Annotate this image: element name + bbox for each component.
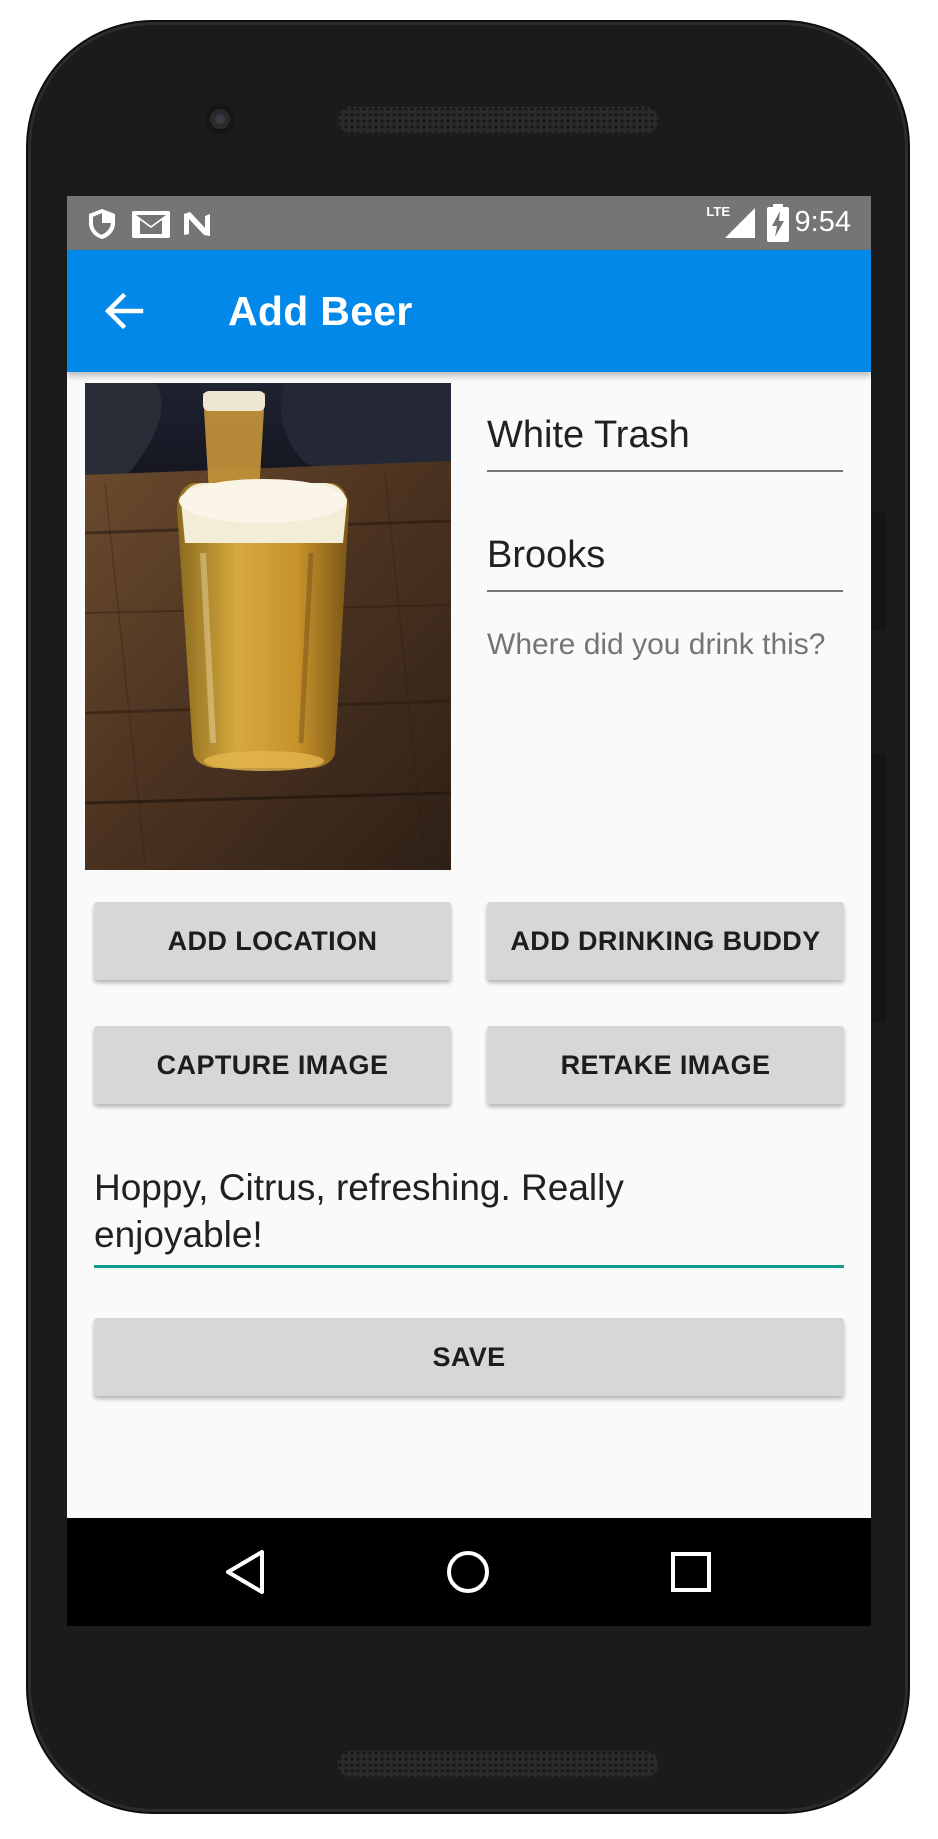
gmail-icon [132,211,170,238]
navigation-bar [67,1518,871,1626]
nav-recents-icon[interactable] [659,1540,723,1604]
beer-photo[interactable] [85,383,451,870]
battery-charging-icon [767,204,789,242]
beer-name-underline [487,470,843,472]
device-screen: LTE 9:54 Add Beer White Trash Brooks Whe… [67,196,871,1626]
bottom-speaker [337,1750,659,1778]
tasting-notes-field[interactable]: Hoppy, Citrus, refreshing. Really enjoya… [94,1164,844,1268]
volume-rocker [872,754,886,1022]
status-time: 9:54 [794,206,851,238]
retake-image-button[interactable]: RETAKE IMAGE [487,1026,844,1104]
nav-back-icon[interactable] [216,1540,280,1604]
beer-name-value: White Trash [487,414,690,456]
add-location-button[interactable]: ADD LOCATION [94,902,451,980]
app-bar: Add Beer [67,250,871,372]
nav-home-icon[interactable] [436,1540,500,1604]
signal-icon [725,208,755,238]
tasting-notes-underline [94,1265,844,1268]
beer-glass-image [85,383,451,870]
location-placeholder[interactable]: Where did you drink this? [487,628,826,662]
n-icon [184,212,210,236]
save-button[interactable]: SAVE [94,1318,844,1396]
earpiece-speaker [337,106,659,134]
beer-name-field[interactable]: White Trash [487,414,843,484]
front-camera [205,104,235,134]
brewery-value: Brooks [487,534,606,576]
shield-icon [89,209,115,239]
brewery-field[interactable]: Brooks [487,534,843,604]
status-bar: LTE 9:54 [67,196,871,250]
power-button [872,512,886,630]
tasting-notes-value: Hoppy, Citrus, refreshing. Really enjoya… [94,1167,624,1255]
add-drinking-buddy-button[interactable]: ADD DRINKING BUDDY [487,902,844,980]
brewery-underline [487,590,843,592]
arrow-back-icon[interactable] [97,284,151,338]
capture-image-button[interactable]: CAPTURE IMAGE [94,1026,451,1104]
page-title: Add Beer [228,288,413,334]
